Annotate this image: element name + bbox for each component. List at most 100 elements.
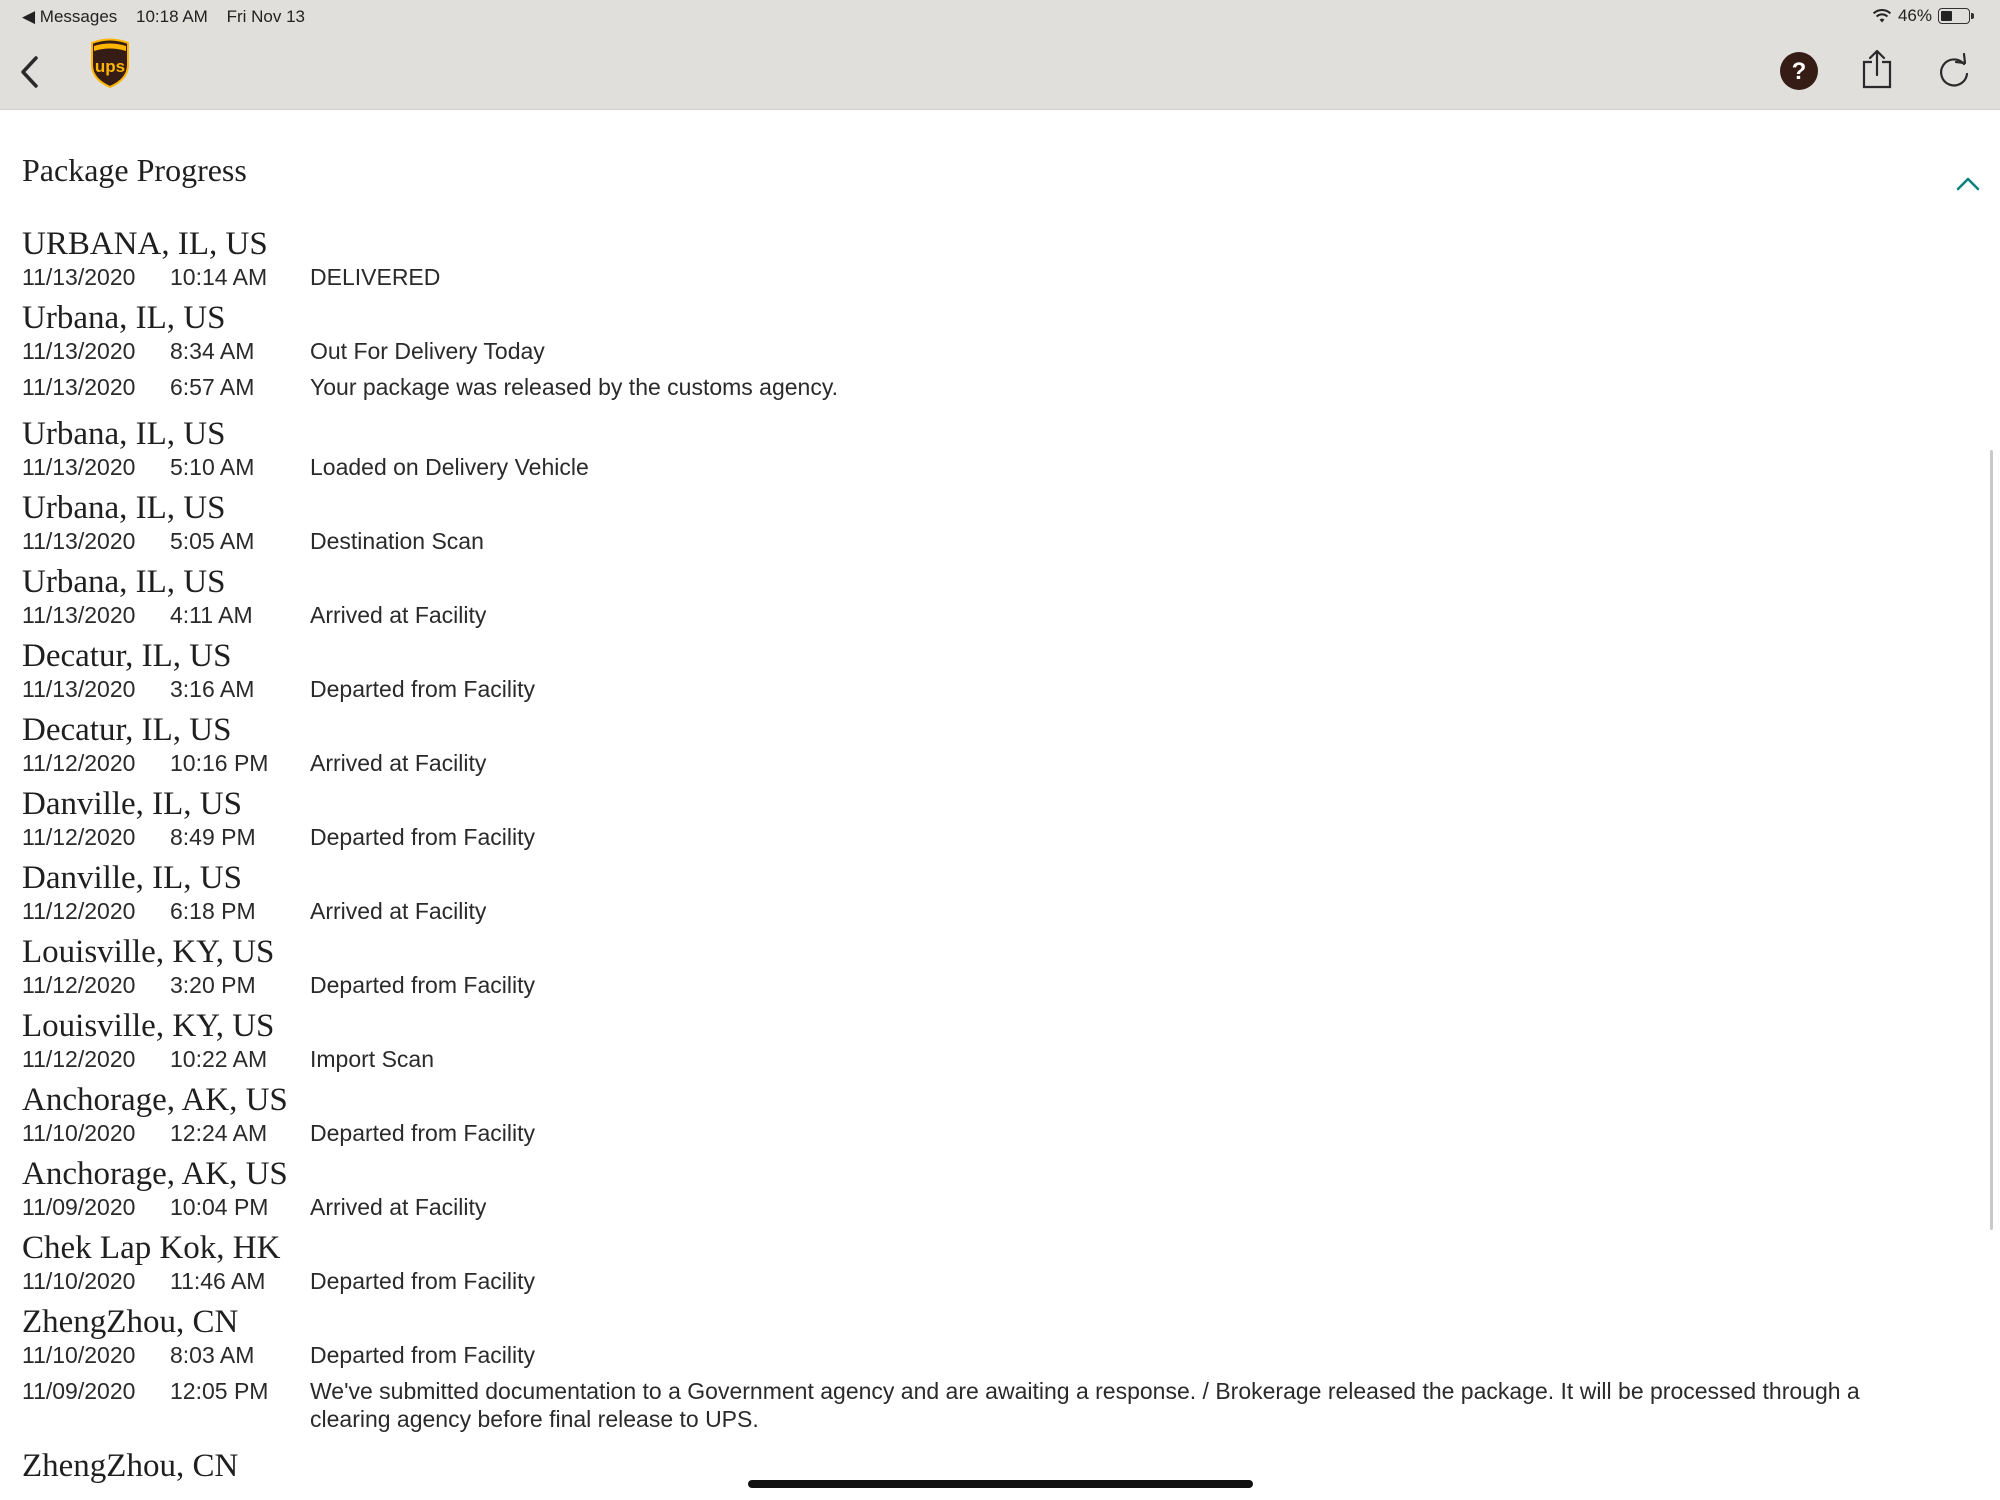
tracking-event: Urbana, IL, US 11/13/2020 5:10 AM Loaded on…	[22, 415, 1972, 481]
tracking-event: Decatur, IL, US 11/13/2020 3:16 AM Departed…	[22, 637, 1972, 703]
event-location: Decatur, IL, US	[22, 712, 232, 748]
tracking-event: Chek Lap Kok, HK 11/10/2020 11:46 AM Depart…	[22, 1229, 1972, 1295]
event-description: DELIVERED	[310, 264, 441, 290]
tracking-event: Urbana, IL, US 11/13/2020 4:11 AM Arrived a…	[22, 563, 1972, 629]
status-bar: ◀ Messages 10:18 AM Fri Nov 13 46%	[0, 0, 2000, 34]
back-chevron-icon	[21, 56, 38, 88]
event-time: 5:05 AM	[170, 528, 255, 554]
event-date: 11/13/2020	[22, 374, 136, 400]
event-details: 11/10/2020 8:03 AM Departed from Facility	[22, 1341, 1972, 1369]
event-location: Urbana, IL, US	[22, 490, 226, 526]
event-details: 11/09/2020 12:05 PM We've submitted docume…	[22, 1377, 1972, 1433]
tracking-event: ZhengZhou, CN 11/10/2020 8:03 AM Departed f…	[22, 1303, 1972, 1369]
collapse-button[interactable]	[1955, 176, 1981, 197]
event-description: Arrived at Facility	[310, 898, 487, 924]
event-details: 11/12/2020 6:18 PM Arrived at Facility	[22, 897, 1972, 925]
event-date: 11/10/2020	[22, 1342, 136, 1368]
tracking-event: Anchorage, AK, US 11/10/2020 12:24 AM Depar…	[22, 1081, 1972, 1147]
tracking-event: 11/09/2020 12:05 PM We've submitted docume…	[22, 1377, 1972, 1433]
event-details: 11/13/2020 4:11 AM Arrived at Facility	[22, 601, 1972, 629]
event-location: Louisville, KY, US	[22, 1008, 275, 1044]
event-date: 11/10/2020	[22, 1120, 136, 1146]
event-description: Departed from Facility	[310, 1120, 535, 1146]
event-location: Danville, IL, US	[22, 786, 242, 822]
event-location: Anchorage, AK, US	[22, 1082, 288, 1118]
status-left: ◀ Messages 10:18 AM Fri Nov 13	[22, 7, 319, 27]
chevron-up-icon	[1956, 177, 1980, 191]
event-date: 11/12/2020	[22, 750, 136, 776]
event-location: ZhengZhou, CN	[22, 1304, 239, 1340]
status-date: Fri Nov 13	[226, 7, 305, 26]
event-date: 11/13/2020	[22, 454, 136, 480]
help-button[interactable]: ?	[1778, 50, 1820, 97]
status-time: 10:18 AM	[136, 7, 208, 26]
back-button[interactable]	[18, 54, 42, 95]
event-details: 11/10/2020 11:46 AM Departed from Facility	[22, 1267, 1972, 1295]
event-description: Loaded on Delivery Vehicle	[310, 454, 589, 480]
battery-icon	[1938, 8, 1974, 24]
tracking-event: Urbana, IL, US 11/13/2020 5:05 AM Destinati…	[22, 489, 1972, 555]
event-details: 11/13/2020 3:16 AM Departed from Facility	[22, 675, 1972, 703]
event-date: 11/13/2020	[22, 602, 136, 628]
event-date: 11/13/2020	[22, 676, 136, 702]
ups-logo-text: ups	[95, 57, 125, 76]
battery-percent: 46%	[1897, 6, 1932, 25]
event-date: 11/09/2020	[22, 1194, 136, 1220]
event-details: 11/13/2020 5:05 AM Destination Scan	[22, 527, 1972, 555]
event-time: 3:20 PM	[170, 972, 256, 998]
ups-logo: ups	[88, 37, 132, 94]
refresh-button[interactable]	[1936, 52, 1972, 95]
event-time: 10:14 AM	[170, 264, 268, 290]
event-description: Arrived at Facility	[310, 602, 487, 628]
tracking-event: Louisville, KY, US 11/12/2020 10:22 AM Impo…	[22, 1007, 1972, 1073]
app-navbar: ups ?	[0, 34, 2000, 110]
event-description: Your package was released by the customs…	[310, 374, 839, 400]
event-date: 11/13/2020	[22, 338, 136, 364]
event-description: Departed from Facility	[310, 824, 535, 850]
event-location: Danville, IL, US	[22, 860, 242, 896]
ups-shield-icon: ups	[91, 38, 129, 89]
event-location: Chek Lap Kok, HK	[22, 1230, 281, 1266]
event-description: Departed from Facility	[310, 1268, 535, 1294]
battery-level	[1941, 11, 1952, 21]
event-location: URBANA, IL, US	[22, 226, 268, 262]
event-description: Departed from Facility	[310, 676, 535, 702]
event-time: 11:46 AM	[170, 1268, 266, 1294]
event-time: 12:24 AM	[170, 1120, 268, 1146]
event-date: 11/13/2020	[22, 264, 136, 290]
event-details: 11/12/2020 8:49 PM Departed from Facility	[22, 823, 1972, 851]
wifi-icon	[1872, 9, 1892, 23]
event-time: 10:22 AM	[170, 1046, 268, 1072]
event-details: 11/13/2020 10:14 AM DELIVERED	[22, 263, 1972, 291]
event-location: Urbana, IL, US	[22, 564, 226, 600]
event-time: 3:16 AM	[170, 676, 255, 702]
page-title: Package Progress	[22, 152, 247, 188]
scrollbar[interactable]	[1990, 450, 1993, 1230]
event-details: 11/13/2020 8:34 AM Out For Delivery Today	[22, 337, 1972, 365]
event-description: Departed from Facility	[310, 1342, 535, 1368]
event-details: 11/12/2020 10:16 PM Arrived at Facility	[22, 749, 1972, 777]
event-time: 4:11 AM	[170, 602, 253, 628]
share-button[interactable]	[1860, 48, 1894, 95]
event-date: 11/13/2020	[22, 528, 136, 554]
event-time: 8:03 AM	[170, 1342, 255, 1368]
event-description: Arrived at Facility	[310, 750, 487, 776]
event-date: 11/12/2020	[22, 1046, 136, 1072]
event-location: Decatur, IL, US	[22, 638, 232, 674]
event-time: 10:16 PM	[170, 750, 269, 776]
event-time: 10:04 PM	[170, 1194, 269, 1220]
tracking-events-list: URBANA, IL, US 11/13/2020 10:14 AM DELIVERE…	[22, 225, 1972, 1493]
event-description: Destination Scan	[310, 528, 484, 554]
back-to-messages-link[interactable]: ◀ Messages	[22, 7, 117, 26]
refresh-icon	[1940, 52, 1969, 87]
tracking-event: Danville, IL, US 11/12/2020 6:18 PM Arrived…	[22, 859, 1972, 925]
event-details: 11/13/2020 6:57 AM Your package was releas…	[22, 373, 1972, 401]
event-location: Louisville, KY, US	[22, 934, 275, 970]
share-icon	[1862, 49, 1892, 89]
tracking-event: Decatur, IL, US 11/12/2020 10:16 PM Arrived…	[22, 711, 1972, 777]
event-description: Arrived at Facility	[310, 1194, 487, 1220]
tracking-event: Danville, IL, US 11/12/2020 8:49 PM Departe…	[22, 785, 1972, 851]
home-indicator[interactable]	[748, 1480, 1253, 1488]
event-location: Urbana, IL, US	[22, 300, 226, 336]
event-date: 11/12/2020	[22, 898, 136, 924]
